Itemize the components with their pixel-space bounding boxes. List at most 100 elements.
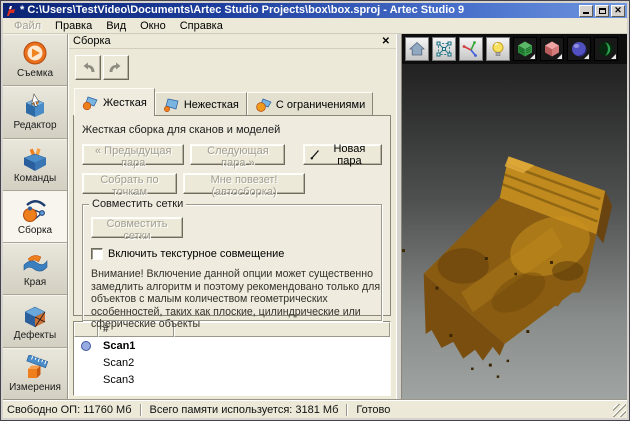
sidebar-item-edges[interactable]: Края bbox=[3, 243, 67, 296]
tab-label: С ограничениями bbox=[275, 98, 366, 111]
ready-status: Готово bbox=[356, 403, 391, 416]
menu-edit[interactable]: Правка bbox=[48, 19, 99, 33]
redo-icon bbox=[109, 62, 121, 72]
current-scan-marker-icon bbox=[81, 340, 91, 351]
total-memory-status: Всего памяти используется: 3181 Мб bbox=[149, 403, 339, 416]
app-icon bbox=[7, 5, 15, 16]
window-title: * C:\Users\TestVideo\Documents\Artec Stu… bbox=[20, 4, 465, 16]
next-pair-button[interactable]: Следующая пара » bbox=[190, 144, 286, 169]
menu-help[interactable]: Справка bbox=[173, 19, 230, 33]
sidebar-item-alignment[interactable]: Сборка bbox=[3, 190, 67, 244]
sidebar-item-label: Дефекты bbox=[13, 329, 57, 341]
warning-text: Внимание! Включение данной опции может с… bbox=[91, 268, 381, 331]
sidebar-item-label: Команды bbox=[13, 172, 57, 184]
titlebar[interactable]: * C:\Users\TestVideo\Documents\Artec Stu… bbox=[3, 3, 627, 18]
sidebar-item-label: Измерения bbox=[9, 381, 61, 393]
scan-name: Scan2 bbox=[103, 356, 135, 369]
menu-file: Файл bbox=[14, 19, 42, 32]
close-button[interactable]: ✕ bbox=[611, 4, 625, 17]
sidebar-item-label: Края bbox=[23, 277, 47, 289]
new-pair-label: Новая пара bbox=[333, 142, 366, 167]
scan-name: Scan3 bbox=[103, 373, 135, 386]
auto-align-button[interactable]: Мне повезет! (автосборка) bbox=[183, 173, 305, 198]
close-icon: ✕ bbox=[614, 5, 622, 15]
scan-row-scan2[interactable]: Scan2 bbox=[74, 354, 390, 371]
tab-constrained[interactable]: С ограничениями bbox=[246, 92, 374, 116]
panel-title: Сборка bbox=[73, 35, 111, 47]
rigid-tab-page: Жесткая сборка для сканов и моделей « Пр… bbox=[73, 115, 391, 330]
main-content: Съемка Редактор Команды Сборка Края Дефе… bbox=[3, 34, 627, 400]
status-divider bbox=[139, 403, 142, 416]
3d-viewport[interactable] bbox=[402, 34, 627, 400]
pencil-icon bbox=[310, 150, 320, 160]
sidebar-item-label: Редактор bbox=[13, 120, 57, 132]
commands-icon bbox=[23, 147, 47, 171]
align-meshes-button[interactable]: Совместить сетки bbox=[91, 217, 183, 242]
resize-grip[interactable] bbox=[613, 404, 626, 417]
lighting-button[interactable] bbox=[486, 37, 510, 61]
textured-render-button[interactable] bbox=[513, 37, 537, 61]
scan-name: Scan1 bbox=[103, 339, 136, 352]
sidebar-item-capture[interactable]: Съемка bbox=[3, 34, 67, 87]
undo-button[interactable] bbox=[75, 55, 101, 80]
sidebar-item-defects[interactable]: Дефекты bbox=[3, 295, 67, 348]
viewport-toolbar bbox=[402, 34, 627, 64]
free-memory-status: Свободно ОП: 11760 Мб bbox=[7, 403, 132, 416]
sidebar-item-commands[interactable]: Команды bbox=[3, 138, 67, 191]
tab-label: Жесткая bbox=[103, 96, 147, 109]
xray-render-icon bbox=[599, 42, 613, 56]
new-pair-button[interactable]: Новая пара bbox=[303, 142, 383, 167]
nonrigid-tab-icon bbox=[163, 98, 179, 112]
previous-pair-button[interactable]: « Предыдущая пара bbox=[82, 144, 185, 169]
axes-toggle-button[interactable] bbox=[459, 37, 483, 61]
scan-list: # Scan1 Scan2 Scan3 bbox=[73, 321, 391, 396]
sidebar-item-label: Съемка bbox=[16, 68, 54, 80]
scan-row-scan3[interactable]: Scan3 bbox=[74, 371, 390, 388]
statusbar: Свободно ОП: 11760 Мб Всего памяти испол… bbox=[3, 400, 627, 418]
alignment-tabs: Жесткая Нежесткая С ограничениями bbox=[74, 88, 374, 116]
redo-button[interactable] bbox=[103, 55, 129, 80]
alignment-panel: Сборка ✕ Жесткая Нежесткая С ограничения… bbox=[68, 34, 396, 400]
menu-window[interactable]: Окно bbox=[133, 19, 173, 33]
textured-render-icon bbox=[518, 41, 532, 57]
defects-icon bbox=[24, 306, 46, 327]
menu-view[interactable]: Вид bbox=[99, 19, 133, 33]
flat-render-button[interactable] bbox=[540, 37, 564, 61]
smooth-render-button[interactable] bbox=[567, 37, 591, 61]
measures-icon bbox=[26, 354, 49, 378]
scan-row-scan1[interactable]: Scan1 bbox=[74, 337, 390, 354]
status-divider bbox=[346, 403, 349, 416]
3d-scanned-box-object bbox=[402, 156, 613, 378]
axes-icon bbox=[462, 41, 477, 57]
tab-nonrigid[interactable]: Нежесткая bbox=[154, 92, 247, 116]
xray-render-button[interactable] bbox=[594, 37, 618, 61]
undo-redo-group bbox=[75, 55, 129, 80]
maximize-icon bbox=[598, 7, 606, 14]
align-by-points-button[interactable]: Собрать по точкам bbox=[82, 173, 177, 198]
minimize-icon bbox=[583, 12, 589, 14]
sidebar-item-measures[interactable]: Измерения bbox=[3, 347, 67, 400]
panel-close-icon[interactable]: ✕ bbox=[380, 36, 392, 47]
undo-icon bbox=[83, 62, 95, 72]
lighting-icon bbox=[492, 42, 504, 56]
alignment-icon bbox=[23, 200, 46, 222]
align-meshes-group: Совместить сетки Совместить сетки Включи… bbox=[82, 198, 382, 330]
group-title: Совместить сетки bbox=[89, 198, 187, 210]
texture-alignment-checkbox[interactable] bbox=[91, 248, 103, 260]
editor-icon bbox=[25, 93, 45, 118]
home-view-button[interactable] bbox=[405, 37, 429, 61]
tab-description: Жесткая сборка для сканов и моделей bbox=[82, 124, 281, 136]
minimize-button[interactable] bbox=[579, 4, 593, 17]
tab-rigid[interactable]: Жесткая bbox=[74, 88, 155, 116]
fit-view-button[interactable] bbox=[432, 37, 456, 61]
panel-header: Сборка ✕ bbox=[69, 34, 396, 49]
maximize-button[interactable] bbox=[595, 4, 609, 17]
sidebar-item-editor[interactable]: Редактор bbox=[3, 86, 67, 139]
rigid-tab-icon bbox=[82, 96, 98, 110]
app-window: * C:\Users\TestVideo\Documents\Artec Stu… bbox=[0, 0, 630, 421]
texture-alignment-label: Включить текстурное совмещение bbox=[108, 248, 285, 260]
edges-icon bbox=[23, 255, 48, 272]
sidebar: Съемка Редактор Команды Сборка Края Дефе… bbox=[3, 34, 68, 400]
home-icon bbox=[408, 41, 426, 56]
smooth-render-icon bbox=[572, 42, 587, 57]
